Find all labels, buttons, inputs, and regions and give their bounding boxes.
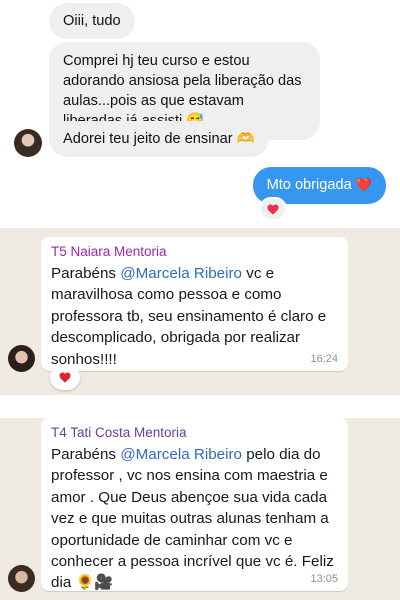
incoming-message[interactable]: Adorei teu jeito de ensinar 🫶 [49, 121, 269, 157]
whatsapp-chat: T4 Tati Costa Mentoria Parabéns @Marcela… [0, 418, 400, 600]
group-message[interactable]: T4 Tati Costa Mentoria Parabéns @Marcela… [41, 418, 348, 591]
message-reaction[interactable] [259, 197, 287, 221]
mention-link[interactable]: @Marcela Ribeiro [120, 265, 242, 282]
message-reaction[interactable] [50, 365, 80, 390]
mention-link[interactable]: @Marcela Ribeiro [120, 446, 242, 463]
sender-name[interactable]: T4 Tati Costa Mentoria [51, 424, 338, 442]
message-time: 13:05 [310, 573, 338, 585]
red-heart-emoji: ❤️ [355, 178, 372, 193]
outgoing-message-text: Mto obrigada [266, 177, 352, 193]
message-body: pelo dia do professor , vc nos ensina co… [51, 446, 334, 592]
heart-icon [267, 204, 279, 214]
avatar[interactable] [8, 565, 35, 592]
whatsapp-chat: T5 Naiara Mentoria Parabéns @Marcela Rib… [0, 228, 400, 395]
message-prefix: Parabéns [51, 265, 121, 282]
sender-name[interactable]: T5 Naiara Mentoria [51, 243, 338, 261]
avatar[interactable] [8, 345, 35, 372]
avatar[interactable] [14, 129, 42, 157]
heart-icon [59, 372, 71, 383]
instagram-dm-thread: Oiii, tudo Comprei hj teu curso e estou … [0, 0, 400, 228]
incoming-message[interactable]: Oiii, tudo [49, 3, 135, 39]
message-text: Parabéns @Marcela Ribeiro pelo dia do pr… [51, 444, 338, 594]
group-message[interactable]: T5 Naiara Mentoria Parabéns @Marcela Rib… [41, 237, 348, 371]
separator [0, 395, 400, 418]
message-time: 16:24 [310, 353, 338, 365]
message-prefix: Parabéns [51, 446, 121, 463]
message-text: Parabéns @Marcela Ribeiro vc e maravilho… [51, 263, 338, 370]
